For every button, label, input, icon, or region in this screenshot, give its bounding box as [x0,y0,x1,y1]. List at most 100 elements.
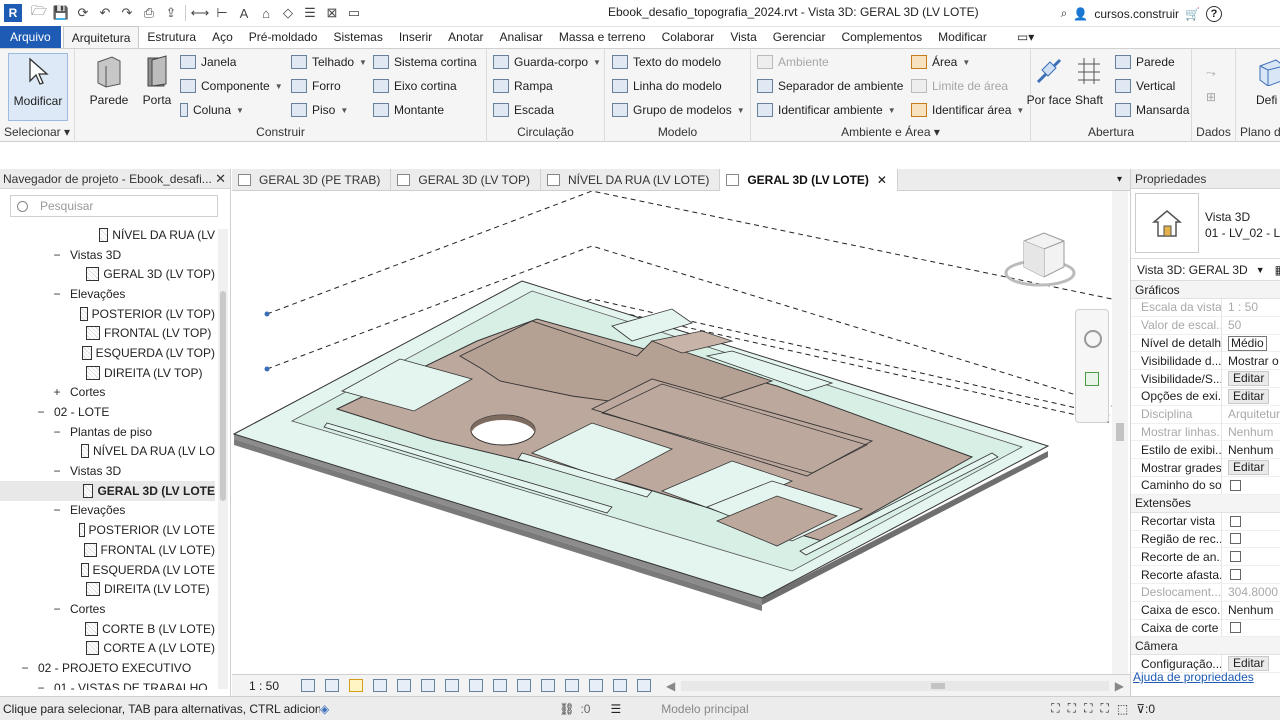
component-button[interactable]: Componente ▼ [180,76,283,96]
edit-button[interactable]: Editar [1228,460,1270,476]
tab-anotar[interactable]: Anotar [440,26,491,48]
tree-node[interactable]: −01 - VISTAS DE TRABALHO [0,678,215,690]
switch-windows-icon[interactable]: ▭ [343,3,365,23]
room-button[interactable]: Ambiente [757,52,829,72]
tab-arquitetura[interactable]: Arquitetura [62,26,140,48]
tree-node[interactable]: NÍVEL DA RUA (LV LO [0,442,215,462]
panel-title-room-area[interactable]: Ambiente e Área ▾ [751,125,1030,139]
viewcube[interactable] [1004,227,1078,291]
tree-node[interactable]: − Elevações [0,501,215,521]
highlight-displacement-icon[interactable] [613,679,627,692]
sun-path-icon[interactable] [349,679,363,692]
3d-view-canvas[interactable] [232,191,1112,674]
browser-scrollbar[interactable] [218,229,228,689]
shaft-button[interactable]: Shaft [1063,53,1115,107]
collapse-icon[interactable]: − [20,661,30,675]
property-checkbox[interactable] [1230,533,1241,545]
stair-button[interactable]: Escada [493,100,554,120]
tree-node[interactable]: − Cortes [0,599,215,619]
area-button[interactable]: Área ▼ [911,52,970,72]
tab-modificar[interactable]: Modificar [930,26,995,48]
lock-view-icon[interactable] [469,679,483,692]
tree-node[interactable]: ESQUERDA (LV TOP) [0,343,215,363]
ramp-button[interactable]: Rampa [493,76,553,96]
property-checkbox[interactable] [1230,479,1241,491]
mullion-button[interactable]: Montante [373,100,444,120]
property-value[interactable]: Nenhum [1221,441,1280,459]
collapse-icon[interactable]: − [52,464,62,478]
zoom-icon[interactable] [1085,372,1099,386]
property-group-header[interactable]: Extensões [1131,494,1280,513]
tab-aco[interactable]: Aço [204,26,241,48]
dimension-icon[interactable]: ⊢ [211,3,233,23]
tree-node[interactable]: GERAL 3D (LV LOTE [0,480,215,501]
tree-node[interactable]: FRONTAL (LV TOP) [0,323,215,343]
revit-logo[interactable]: R [4,4,22,22]
property-checkbox[interactable] [1230,551,1241,563]
property-group-header[interactable]: Câmera [1131,637,1280,656]
property-value[interactable]: Nenhum [1221,601,1280,619]
view-tab-nivel-da-rua[interactable]: NÍVEL DA RUA (LV LOTE) [541,168,721,191]
property-value[interactable]: Editar [1221,459,1280,477]
tree-node[interactable]: DIREITA (LV LOTE) [0,579,215,599]
expand-icon[interactable]: + [52,385,62,399]
tab-vista[interactable]: Vista [722,26,764,48]
steering-wheel-icon[interactable] [1084,330,1102,348]
canvas-vertical-scrollbar[interactable] [1112,191,1128,674]
cart-icon[interactable]: 🛒 [1185,7,1200,21]
model-line-button[interactable]: Linha do modelo [612,76,722,96]
scroll-left-icon[interactable]: ◀ [666,679,675,693]
property-value[interactable] [1221,566,1280,584]
view-scale[interactable]: 1 : 50 [232,679,296,693]
temp-view-props-icon[interactable] [565,679,579,692]
default-3d-icon[interactable]: ⌂ [255,3,277,23]
area-boundary-button[interactable]: Limite de área [911,76,1008,96]
tab-sistemas[interactable]: Sistemas [325,26,390,48]
active-model[interactable]: Modelo principal [661,702,801,716]
edit-button[interactable]: Editar [1228,388,1270,404]
close-tab-icon[interactable]: ✕ [877,173,887,187]
tag-area-button[interactable]: Identificar área ▼ [911,100,1024,120]
tree-node[interactable]: − Elevações [0,284,215,304]
property-value[interactable]: Mostrar o [1221,352,1280,370]
print-icon[interactable]: ⎙ [138,3,160,23]
column-button[interactable]: Coluna ▼ [180,100,244,120]
property-checkbox[interactable] [1230,515,1241,527]
render-icon[interactable] [397,679,411,692]
show-crop-icon[interactable] [445,679,459,692]
curtain-system-button[interactable]: Sistema cortina [373,52,477,72]
tab-estrutura[interactable]: Estrutura [139,26,204,48]
tree-node[interactable]: CORTE B (LV LOTE) [0,619,215,639]
scrollbar-thumb[interactable] [1116,423,1124,441]
design-options-icon[interactable]: ☰ [610,702,621,716]
view-tab-geral-3d-lv-top[interactable]: GERAL 3D (LV TOP) [391,168,541,191]
grid-icon[interactable]: ⊞ [1206,87,1216,107]
property-checkbox[interactable] [1230,569,1241,581]
worksharing-icon[interactable] [541,679,555,692]
tree-node[interactable]: − Plantas de piso [0,422,215,442]
shadows-icon[interactable] [373,679,387,692]
property-checkbox[interactable] [1230,622,1241,634]
tree-node[interactable]: DIREITA (LV TOP) [0,363,215,383]
ceiling-button[interactable]: Forro [291,76,341,96]
undo-icon[interactable]: ↶ [94,3,116,23]
floor-button[interactable]: Piso ▼ [291,100,348,120]
tree-node[interactable]: − Vistas 3D [0,461,215,481]
redo-icon[interactable]: ↷ [116,3,138,23]
roof-button[interactable]: Telhado ▼ [291,52,367,72]
collapse-icon[interactable]: − [52,248,62,262]
horizontal-scrollbar[interactable] [681,680,1109,691]
property-value[interactable]: Editar [1221,387,1280,405]
edit-button[interactable]: Editar [1228,371,1270,387]
door-button[interactable]: Porta [127,53,187,107]
analytical-model-icon[interactable] [589,679,603,692]
property-value[interactable] [1221,512,1280,530]
collapse-icon[interactable]: − [52,287,62,301]
measure-icon[interactable]: ⟷ [189,3,211,23]
scrollbar-thumb[interactable] [220,291,226,501]
edit-button[interactable]: Editar [1228,656,1270,672]
crop-view-icon[interactable] [421,679,435,692]
collapse-icon[interactable]: − [52,425,62,439]
panel-title-select[interactable]: Selecionar ▾ [0,125,74,139]
visual-style-icon[interactable] [325,679,339,692]
